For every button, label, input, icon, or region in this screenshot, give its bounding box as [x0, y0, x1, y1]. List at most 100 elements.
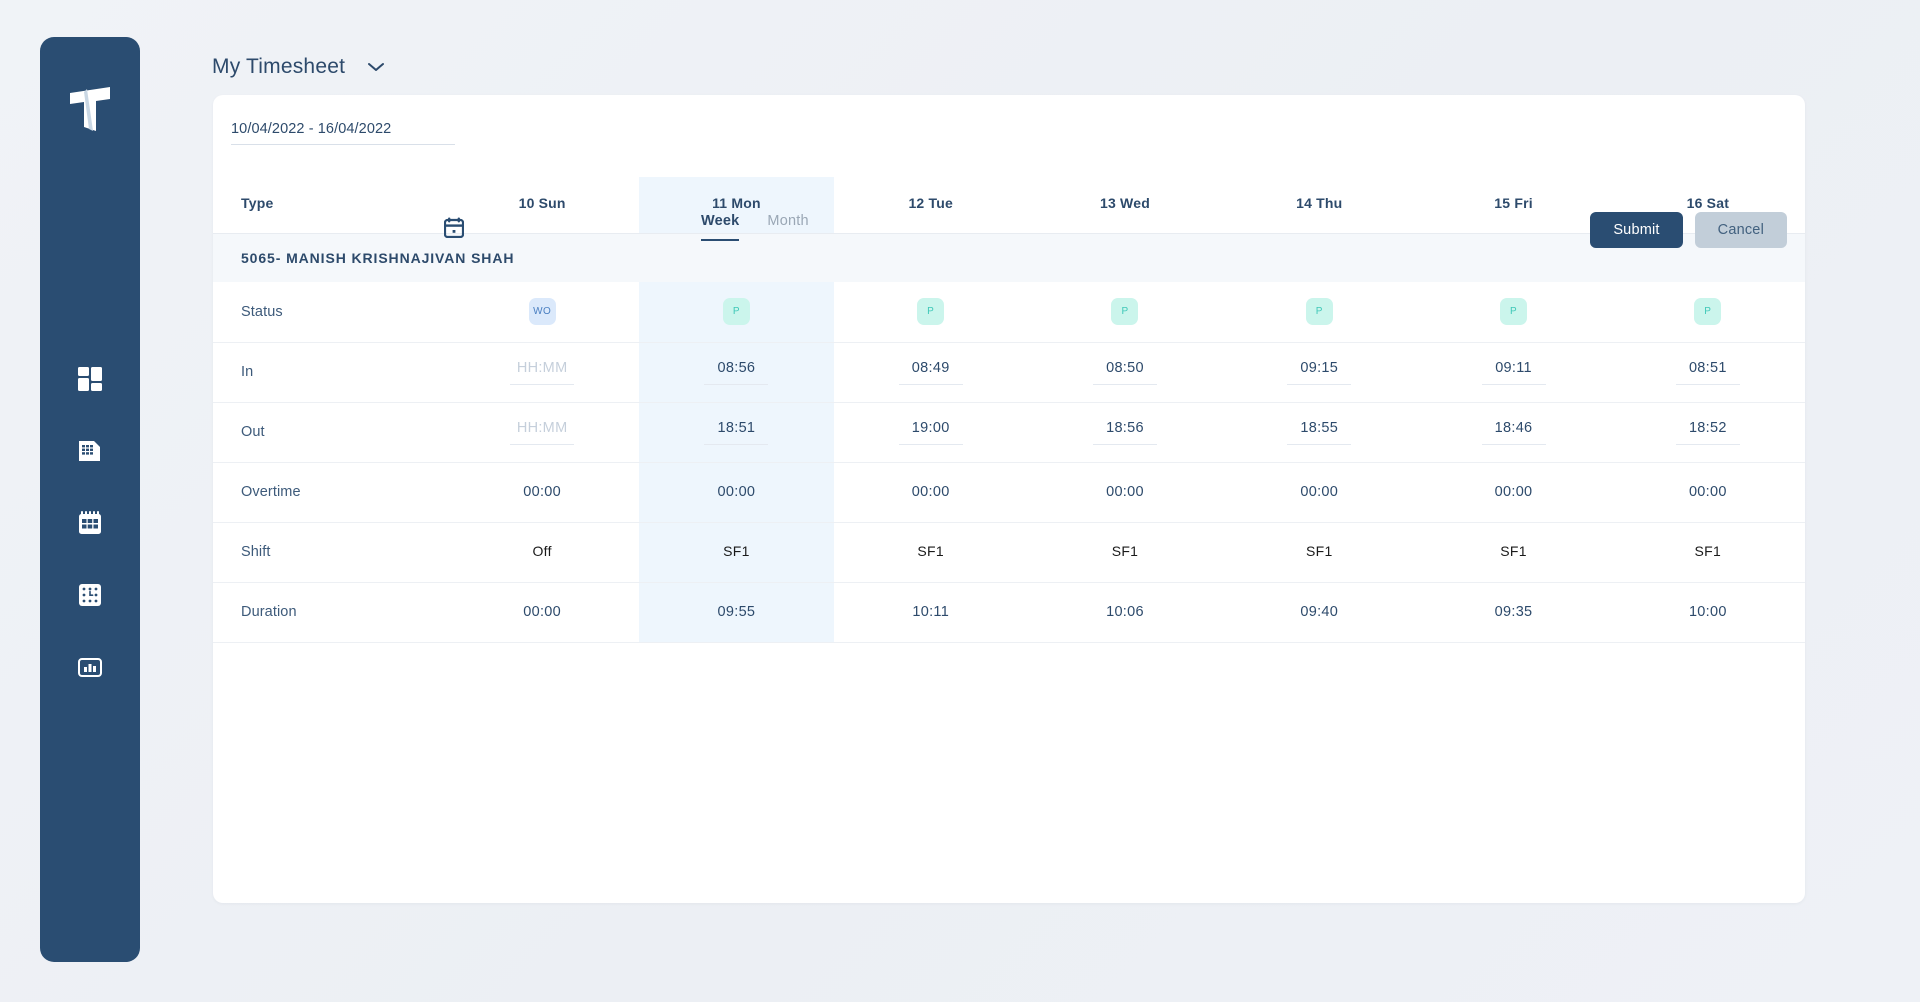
cell-duration: 10:06 [1028, 582, 1222, 642]
cell-in[interactable]: 08:56 [639, 342, 833, 402]
cell-overtime: 00:00 [1028, 462, 1222, 522]
time-input[interactable]: HH:MM [510, 360, 574, 385]
cell-shift: Off [445, 522, 639, 582]
cell-status: P [1611, 282, 1805, 342]
status-badge[interactable]: P [917, 298, 944, 325]
cell-shift: SF1 [1222, 522, 1416, 582]
table-row: InHH:MM08:5608:4908:5009:1509:1108:51 [213, 342, 1805, 402]
cell-out[interactable]: 19:00 [834, 402, 1028, 462]
time-input[interactable]: 09:11 [1482, 360, 1546, 385]
row-label: Out [213, 402, 445, 462]
page-title: My Timesheet [212, 55, 345, 79]
time-input[interactable]: 09:15 [1287, 360, 1351, 385]
sidebar-item-reports[interactable] [68, 645, 112, 689]
cell-overtime: 00:00 [1222, 462, 1416, 522]
cell-status: WO [445, 282, 639, 342]
sidebar-item-dashboard[interactable] [68, 357, 112, 401]
date-range-field[interactable]: 10/04/2022 - 16/04/2022 [231, 121, 455, 145]
table-row: Status WO P P P P P P [213, 282, 1805, 342]
status-badge[interactable]: P [1500, 298, 1527, 325]
status-badge[interactable]: P [1306, 298, 1333, 325]
cell-out[interactable]: 18:55 [1222, 402, 1416, 462]
cell-out[interactable]: HH:MM [445, 402, 639, 462]
time-input[interactable]: HH:MM [510, 420, 574, 445]
tab-month[interactable]: Month [767, 213, 808, 241]
cell-overtime: 00:00 [639, 462, 833, 522]
time-input[interactable]: 08:50 [1093, 360, 1157, 385]
calendar-icon[interactable] [444, 217, 464, 238]
cell-shift: SF1 [1611, 522, 1805, 582]
row-label: Status [213, 282, 445, 342]
cell-duration: 10:00 [1611, 582, 1805, 642]
shift-value: SF1 [1112, 543, 1139, 559]
employee-row: 5065- MANISH KRISHNAJIVAN SHAH [213, 234, 1805, 283]
cell-in[interactable]: 08:50 [1028, 342, 1222, 402]
time-value: 00:00 [912, 484, 950, 500]
cell-in[interactable]: HH:MM [445, 342, 639, 402]
column-header-type: Type [213, 177, 445, 233]
employee-name: 5065- MANISH KRISHNAJIVAN SHAH [213, 234, 1805, 283]
spreadsheet-icon [77, 438, 103, 464]
cell-in[interactable]: 08:49 [834, 342, 1028, 402]
cell-shift: SF1 [1416, 522, 1610, 582]
cell-in[interactable]: 09:11 [1416, 342, 1610, 402]
cell-out[interactable]: 18:52 [1611, 402, 1805, 462]
time-value: 09:55 [718, 604, 756, 620]
cell-duration: 00:00 [445, 582, 639, 642]
cell-out[interactable]: 18:46 [1416, 402, 1610, 462]
submit-button[interactable]: Submit [1590, 212, 1682, 248]
cell-out[interactable]: 18:56 [1028, 402, 1222, 462]
shift-value: SF1 [1500, 543, 1527, 559]
table-row: ShiftOffSF1SF1SF1SF1SF1SF1 [213, 522, 1805, 582]
time-value: 00:00 [718, 484, 756, 500]
cell-shift: SF1 [639, 522, 833, 582]
time-input[interactable]: 18:52 [1676, 420, 1740, 445]
time-input[interactable]: 08:49 [899, 360, 963, 385]
cell-overtime: 00:00 [834, 462, 1028, 522]
time-input[interactable]: 19:00 [899, 420, 963, 445]
cell-overtime: 00:00 [445, 462, 639, 522]
date-range-value[interactable]: 10/04/2022 - 16/04/2022 [231, 121, 391, 137]
cell-duration: 09:40 [1222, 582, 1416, 642]
cell-duration: 10:11 [834, 582, 1028, 642]
time-value: 10:11 [912, 604, 949, 620]
cell-in[interactable]: 08:51 [1611, 342, 1805, 402]
cell-duration: 09:55 [639, 582, 833, 642]
time-value: 09:40 [1300, 604, 1338, 620]
sidebar [40, 37, 140, 962]
sidebar-item-timesheet[interactable] [68, 429, 112, 473]
shift-value: SF1 [1306, 543, 1333, 559]
status-badge[interactable]: P [723, 298, 750, 325]
status-badge[interactable]: WO [529, 298, 556, 325]
cell-status: P [834, 282, 1028, 342]
sidebar-item-attendance[interactable] [68, 573, 112, 617]
action-buttons: Submit Cancel [1590, 212, 1787, 248]
sidebar-item-calendar[interactable] [68, 501, 112, 545]
time-input[interactable]: 18:55 [1287, 420, 1351, 445]
time-value: 00:00 [1495, 484, 1533, 500]
cell-status: P [1416, 282, 1610, 342]
time-input[interactable]: 18:56 [1093, 420, 1157, 445]
chevron-down-icon[interactable] [367, 61, 385, 73]
cancel-button[interactable]: Cancel [1695, 212, 1787, 248]
timesheet-toolbar: 10/04/2022 - 16/04/2022 [213, 95, 1805, 177]
column-header-day: 12 Tue [834, 177, 1028, 233]
table-row: Duration00:0009:5510:1110:0609:4009:3510… [213, 582, 1805, 642]
cell-in[interactable]: 09:15 [1222, 342, 1416, 402]
time-input[interactable]: 08:51 [1676, 360, 1740, 385]
page-header: My Timesheet [212, 55, 385, 79]
cell-out[interactable]: 18:51 [639, 402, 833, 462]
shift-value: SF1 [723, 543, 750, 559]
company-t-logo [62, 79, 118, 139]
time-value: 00:00 [523, 604, 561, 620]
time-input[interactable]: 08:56 [704, 360, 768, 385]
column-header-day: 13 Wed [1028, 177, 1222, 233]
status-badge[interactable]: P [1694, 298, 1721, 325]
time-input[interactable]: 18:51 [704, 420, 768, 445]
shift-value: SF1 [1695, 543, 1722, 559]
tab-week[interactable]: Week [701, 213, 739, 241]
row-label: Shift [213, 522, 445, 582]
shift-value: Off [532, 543, 551, 559]
status-badge[interactable]: P [1111, 298, 1138, 325]
time-input[interactable]: 18:46 [1482, 420, 1546, 445]
